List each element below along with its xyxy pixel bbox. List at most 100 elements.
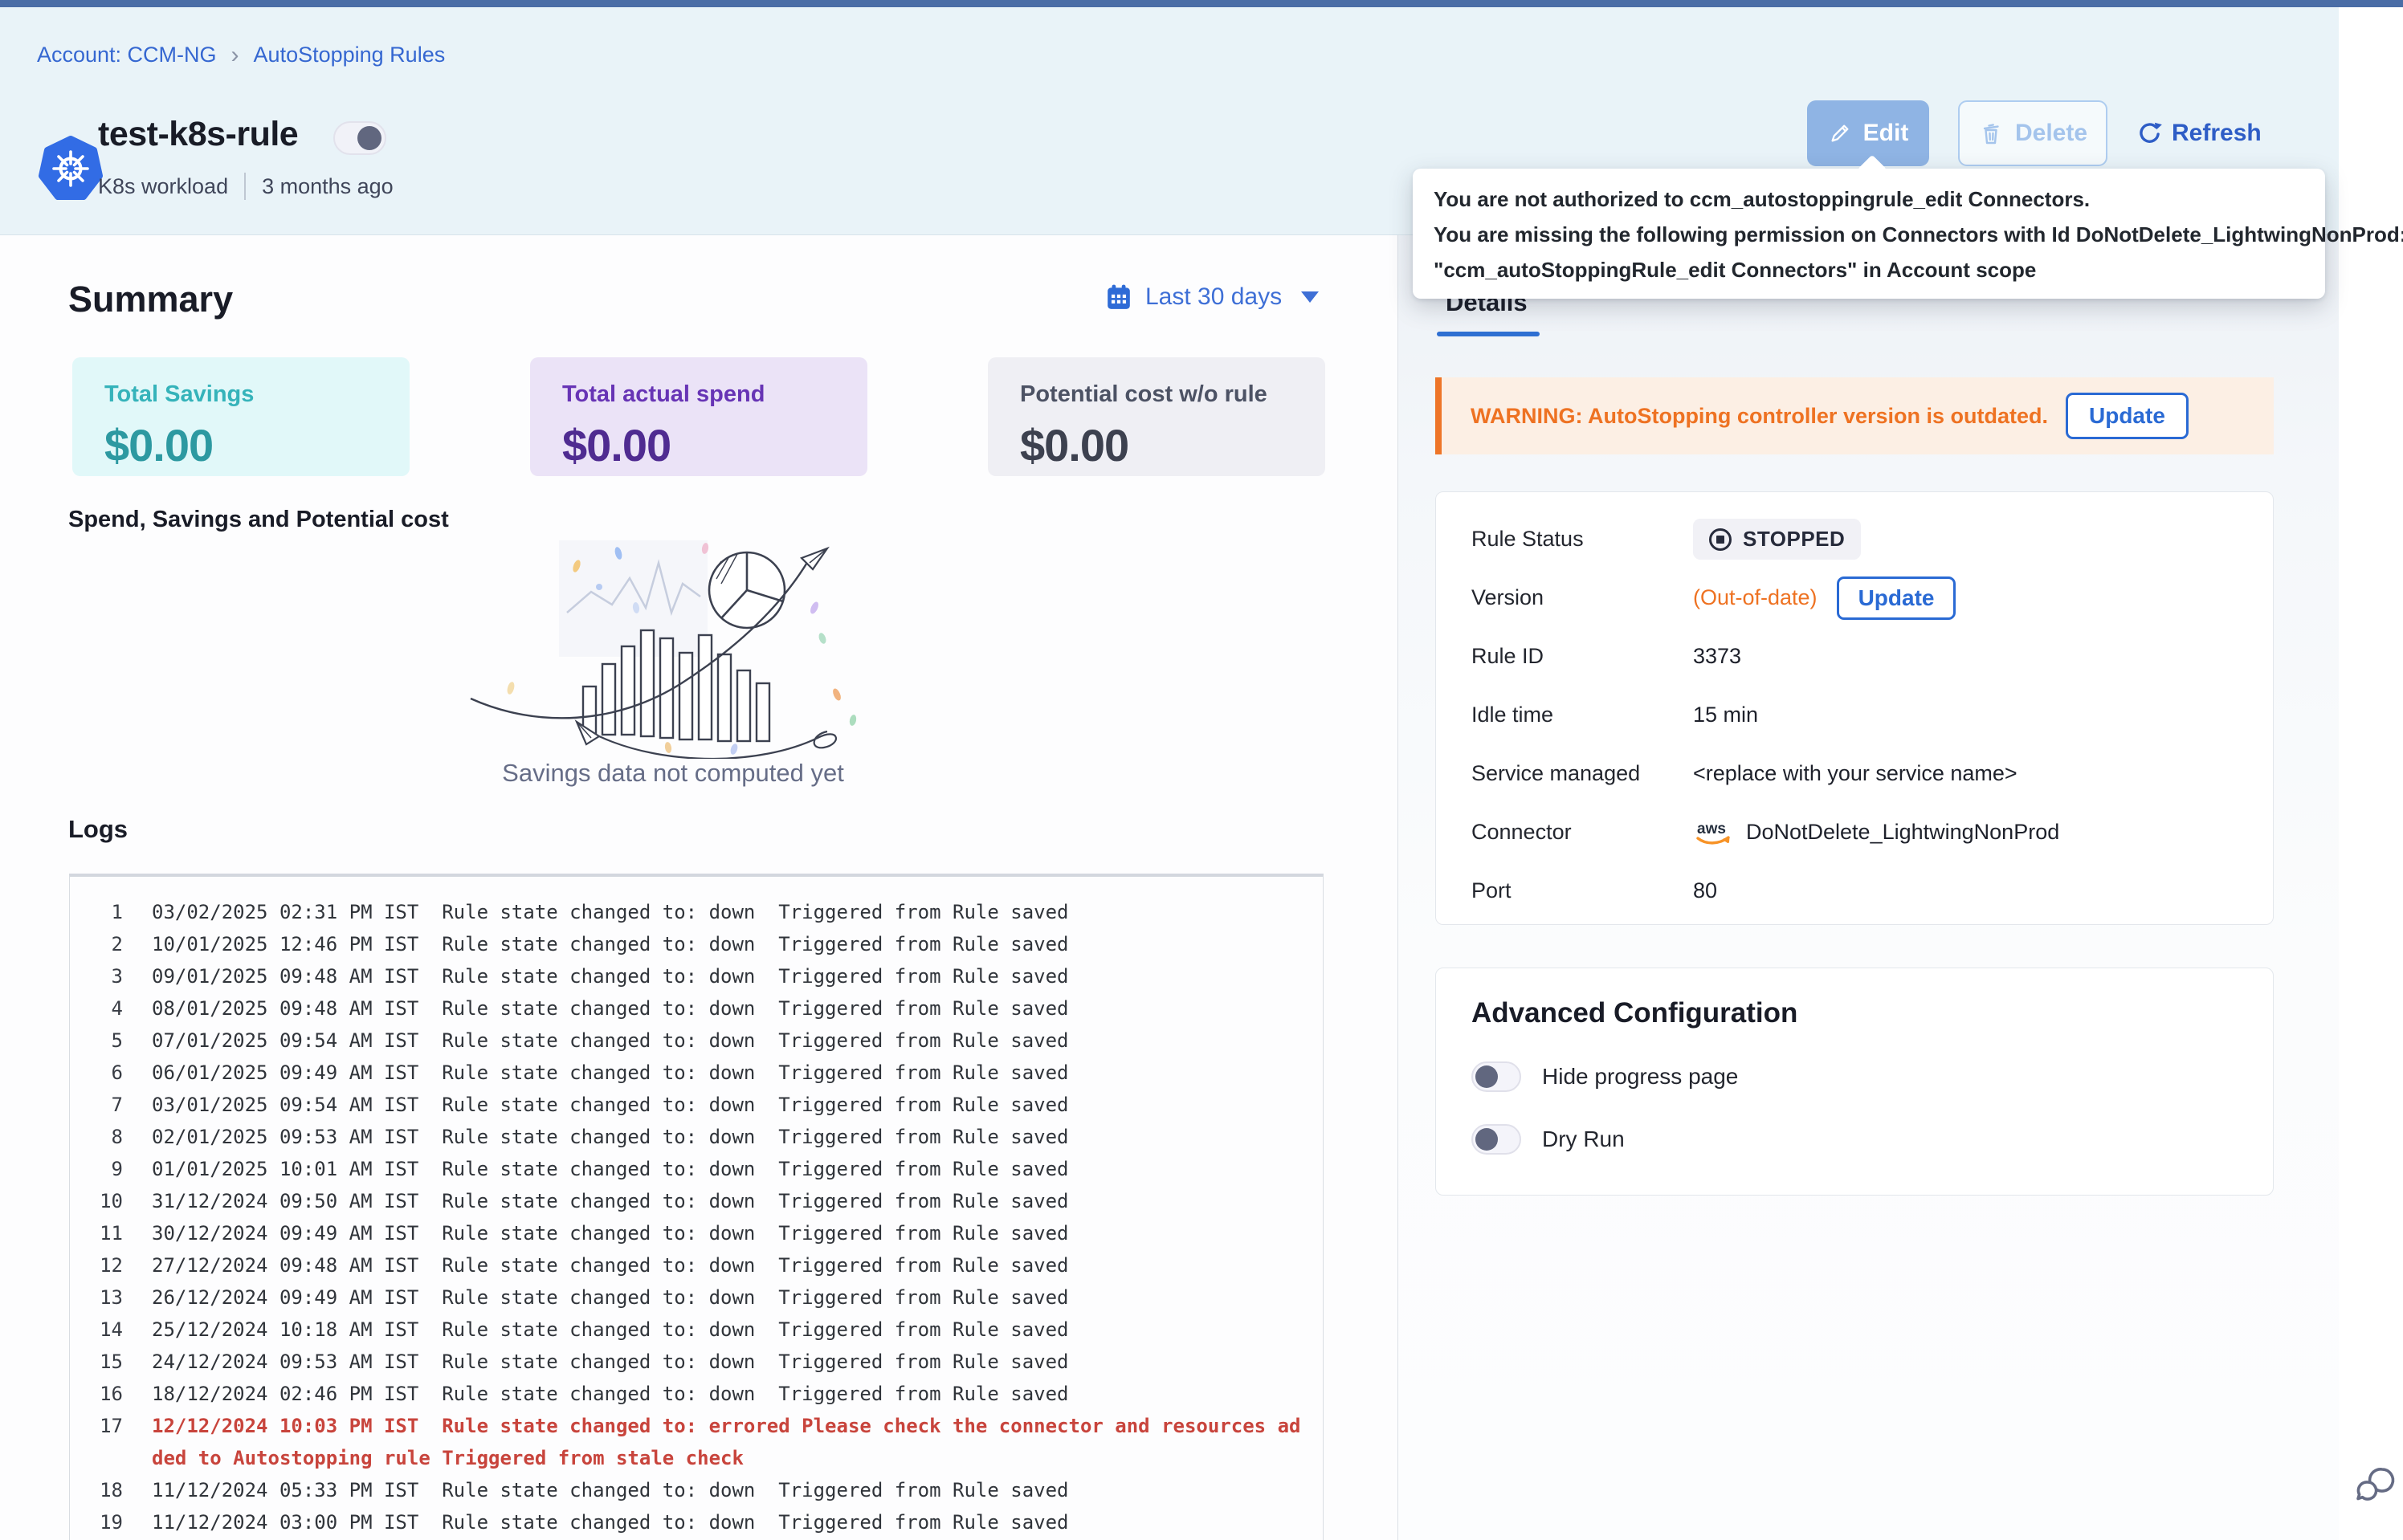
empty-chart-message: Savings data not computed yet	[0, 759, 1346, 788]
edit-button[interactable]: Edit	[1807, 100, 1929, 166]
port-value: 80	[1693, 878, 1717, 903]
toggle-knob	[357, 126, 381, 150]
service-managed-value: <replace with your service name>	[1693, 761, 2017, 786]
log-entry: 11 30/12/2024 09:49 AM IST Rule state ch…	[80, 1217, 1310, 1249]
date-range-label: Last 30 days	[1145, 283, 1282, 311]
version-update-button[interactable]: Update	[1837, 576, 1956, 620]
logs-viewer[interactable]: 1 03/02/2025 02:31 PM IST Rule state cha…	[69, 874, 1324, 1540]
refresh-button[interactable]: Refresh	[2136, 120, 2262, 147]
detail-label: Service managed	[1471, 761, 1693, 786]
log-line-text: 12/12/2024 10:03 PM IST Rule state chang…	[152, 1410, 1310, 1474]
log-entry: 15 24/12/2024 09:53 AM IST Rule state ch…	[80, 1346, 1310, 1378]
savings-illustration	[464, 534, 882, 759]
log-line-text: 11/12/2024 03:00 PM IST Rule state chang…	[152, 1506, 1069, 1538]
breadcrumb-separator: ›	[231, 44, 239, 66]
svg-text:aws: aws	[1697, 821, 1726, 837]
log-line-number: 18	[80, 1474, 123, 1506]
log-line-number: 3	[80, 960, 123, 992]
log-line-text: 11/12/2024 05:33 PM IST Rule state chang…	[152, 1474, 1069, 1506]
version-status: (Out-of-date)	[1693, 585, 1818, 610]
hide-progress-row: Hide progress page	[1471, 1061, 2273, 1092]
log-line-number: 1	[80, 896, 123, 928]
controller-warning-banner: WARNING: AutoStopping controller version…	[1435, 377, 2274, 454]
advanced-configuration-card: Advanced Configuration Hide progress pag…	[1435, 968, 2274, 1196]
toggle-knob	[1475, 1128, 1498, 1151]
log-entry: 10 31/12/2024 09:50 AM IST Rule state ch…	[80, 1185, 1310, 1217]
service-managed-row: Service managed <replace with your servi…	[1471, 744, 2273, 803]
log-entry: 17 12/12/2024 10:03 PM IST Rule state ch…	[80, 1410, 1310, 1474]
calendar-icon	[1105, 283, 1132, 311]
rule-id-value: 3373	[1693, 644, 1741, 669]
log-line-number: 12	[80, 1249, 123, 1281]
warning-message: WARNING: AutoStopping controller version…	[1471, 404, 2048, 429]
trash-icon	[1978, 120, 2004, 146]
connector-row: Connector aws DoNotDelete_LightwingNonPr…	[1471, 803, 2273, 862]
log-line-number: 10	[80, 1185, 123, 1217]
log-line-number: 2	[80, 928, 123, 960]
detail-label: Idle time	[1471, 703, 1693, 727]
subtitle-divider	[244, 173, 246, 200]
port-row: Port 80	[1471, 862, 2273, 920]
log-entry: 14 25/12/2024 10:18 AM IST Rule state ch…	[80, 1314, 1310, 1346]
tooltip-line-1: You are not authorized to ccm_autostoppi…	[1434, 181, 2304, 217]
log-entry: 9 01/01/2025 10:01 AM IST Rule state cha…	[80, 1153, 1310, 1185]
log-entry: 12 27/12/2024 09:48 AM IST Rule state ch…	[80, 1249, 1310, 1281]
log-line-text: 02/01/2025 09:53 AM IST Rule state chang…	[152, 1121, 1069, 1153]
log-line-number: 9	[80, 1153, 123, 1185]
total-savings-card: Total Savings $0.00	[72, 357, 410, 476]
log-line-number: 11	[80, 1217, 123, 1249]
breadcrumb-account-link[interactable]: Account: CCM-NG	[37, 43, 217, 67]
advanced-configuration-heading: Advanced Configuration	[1471, 997, 2273, 1029]
chart-section-title: Spend, Savings and Potential cost	[68, 507, 449, 533]
card-label: Potential cost w/o rule	[1020, 381, 1325, 408]
status-badge: STOPPED	[1693, 519, 1861, 560]
toggle-label: Hide progress page	[1542, 1064, 1738, 1090]
log-line-text: 01/01/2025 10:01 AM IST Rule state chang…	[152, 1153, 1069, 1185]
connector-link[interactable]: aws DoNotDelete_LightwingNonProd	[1693, 817, 2059, 848]
details-panel: Details WARNING: AutoStopping controller…	[1397, 235, 2339, 1540]
log-line-text: 30/12/2024 09:49 AM IST Rule state chang…	[152, 1217, 1069, 1249]
log-line-number: 13	[80, 1281, 123, 1314]
logs-heading: Logs	[68, 815, 128, 844]
log-line-text: 26/12/2024 09:49 AM IST Rule state chang…	[152, 1281, 1069, 1314]
log-line-text: 25/12/2024 10:18 AM IST Rule state chang…	[152, 1314, 1069, 1346]
card-label: Total actual spend	[562, 381, 867, 408]
log-line-number: 15	[80, 1346, 123, 1378]
log-line-text: 07/01/2025 09:54 AM IST Rule state chang…	[152, 1025, 1069, 1057]
controller-update-button[interactable]: Update	[2066, 393, 2189, 439]
breadcrumb-autostopping-link[interactable]: AutoStopping Rules	[254, 43, 446, 67]
log-entry: 7 03/01/2025 09:54 AM IST Rule state cha…	[80, 1089, 1310, 1121]
rule-enable-toggle[interactable]	[333, 121, 386, 155]
idle-time-value: 15 min	[1693, 703, 1758, 727]
log-line-text: 27/12/2024 09:48 AM IST Rule state chang…	[152, 1249, 1069, 1281]
toggle-knob	[1475, 1065, 1498, 1088]
tooltip-line-3: "ccm_autoStoppingRule_edit Connectors" i…	[1434, 252, 2304, 287]
top-accent-bar	[0, 0, 2403, 7]
help-chat-icon[interactable]	[2353, 1463, 2400, 1511]
log-line-text: 09/01/2025 09:48 AM IST Rule state chang…	[152, 960, 1069, 992]
log-line-number: 4	[80, 992, 123, 1025]
summary-section: Summary Last 30 days Total Savings $0.00…	[0, 235, 1397, 1540]
card-label: Total Savings	[104, 381, 410, 408]
rule-status-row: Rule Status STOPPED	[1471, 510, 2273, 568]
rule-details-card: Rule Status STOPPED Version (Out-of-date…	[1435, 491, 2274, 925]
log-line-text: 03/02/2025 02:31 PM IST Rule state chang…	[152, 896, 1069, 928]
log-entry: 1 03/02/2025 02:31 PM IST Rule state cha…	[80, 896, 1310, 928]
log-line-text: 10/01/2025 12:46 PM IST Rule state chang…	[152, 928, 1069, 960]
rule-id-row: Rule ID 3373	[1471, 627, 2273, 686]
aws-icon: aws	[1693, 817, 1735, 848]
log-line-number: 8	[80, 1121, 123, 1153]
date-range-selector[interactable]: Last 30 days	[1105, 283, 1319, 311]
delete-button[interactable]: Delete	[1958, 100, 2107, 166]
detail-label: Version	[1471, 585, 1693, 610]
detail-label: Connector	[1471, 820, 1693, 845]
dry-run-toggle[interactable]	[1471, 1124, 1521, 1155]
detail-label: Rule Status	[1471, 527, 1693, 552]
total-spend-card: Total actual spend $0.00	[530, 357, 867, 476]
detail-label: Rule ID	[1471, 644, 1693, 669]
chevron-down-icon	[1301, 291, 1319, 303]
hide-progress-toggle[interactable]	[1471, 1061, 1521, 1092]
log-line-number: 16	[80, 1378, 123, 1410]
log-line-number: 17	[80, 1410, 123, 1442]
refresh-icon	[2136, 120, 2164, 147]
